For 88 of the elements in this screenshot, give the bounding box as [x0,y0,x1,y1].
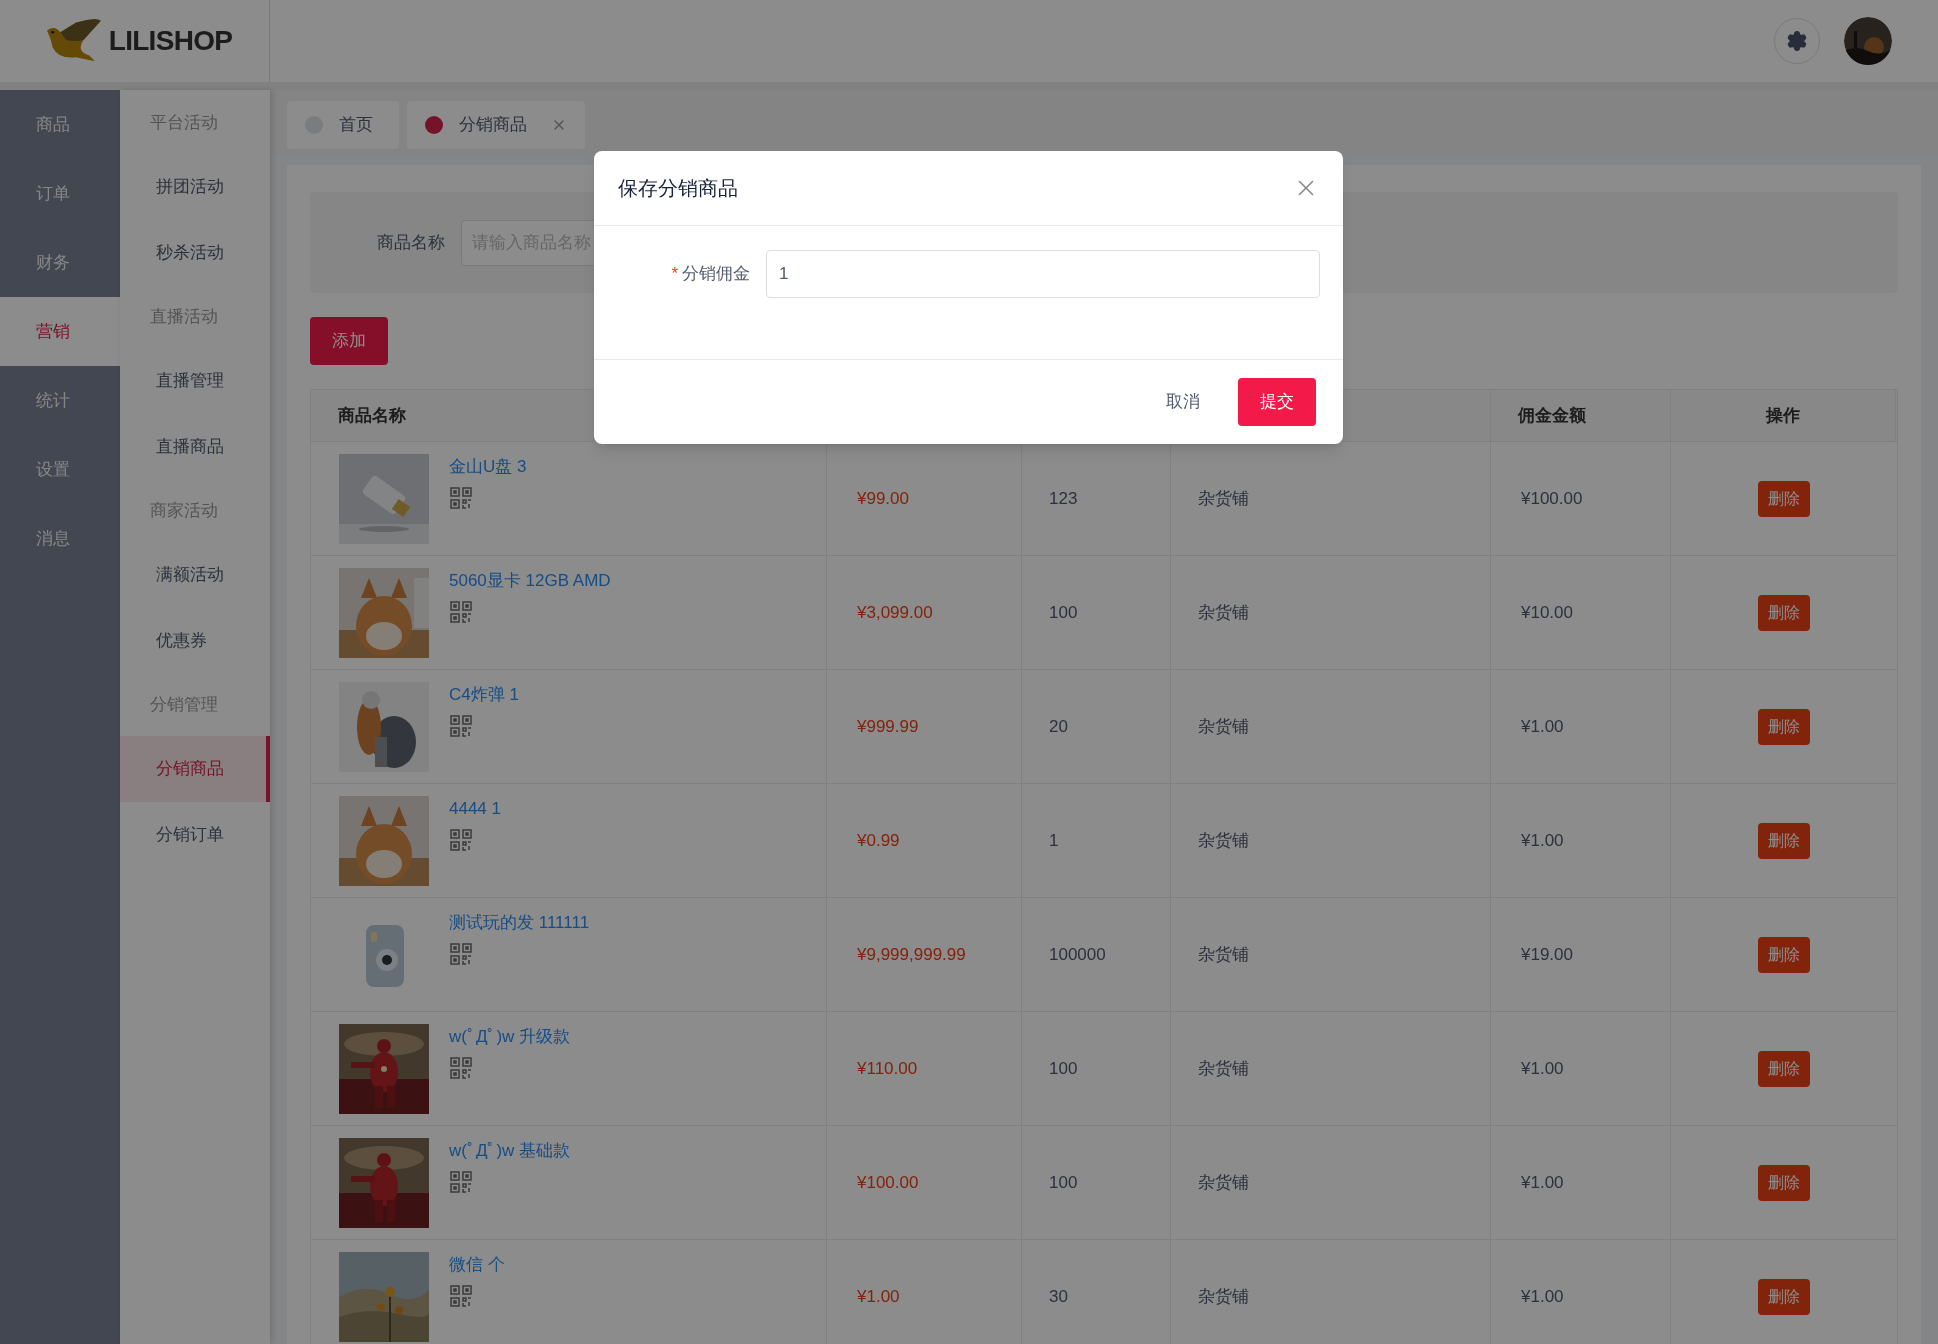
sub-menu-item[interactable]: 分销订单 [120,802,270,868]
price-text: ¥999.99 [857,715,919,738]
submit-button[interactable]: 提交 [1238,378,1316,426]
field-label: 分销佣金 [682,263,750,286]
commission-text: ¥1.00 [1521,829,1564,852]
price-text: ¥9,999,999.99 [857,943,966,966]
delete-button[interactable]: 删除 [1757,708,1810,745]
stock-text: 100 [1049,1057,1078,1080]
stock-text: 30 [1049,1285,1068,1308]
settings-icon [1786,30,1808,52]
qr-code-icon[interactable] [449,941,473,966]
search-label: 商品名称 [376,231,445,254]
store-name-text: 杂货铺 [1198,601,1249,624]
store-name-text: 杂货铺 [1198,1171,1249,1194]
sub-menu-item[interactable]: 满额活动 [120,542,270,608]
page-tab[interactable]: 分销商品 [407,100,585,149]
delete-button[interactable]: 删除 [1757,936,1810,973]
column-header: 佣金金额 [1518,404,1586,427]
commission-input-field[interactable]: 1 [766,250,1320,298]
stock-text: 100 [1049,601,1078,624]
price-text: ¥99.00 [857,487,909,510]
stock-text: 100 [1049,1171,1078,1194]
store-name-text: 杂货铺 [1198,943,1249,966]
product-name-link[interactable]: w(ﾟДﾟ)w 升级款 [449,1024,571,1050]
price-text: ¥100.00 [857,1171,919,1194]
menu-group-heading: 平台活动 [149,112,219,135]
commission-text: ¥10.00 [1521,601,1573,624]
commission-text: ¥1.00 [1521,715,1564,738]
qr-code-icon[interactable] [449,713,473,738]
commission-text: ¥100.00 [1521,487,1583,510]
sub-menu-item[interactable]: 直播商品 [120,414,270,480]
store-name-text: 杂货铺 [1198,1285,1249,1308]
store-name-text: 杂货铺 [1198,715,1249,738]
product-name-link[interactable]: 4444 1 [449,796,501,822]
commission-text: ¥1.00 [1521,1057,1564,1080]
stock-text: 100000 [1049,943,1106,966]
product-name-link[interactable]: 微信 个 [449,1252,505,1278]
price-text: ¥0.99 [857,829,900,852]
commission-text: ¥1.00 [1521,1285,1564,1308]
sub-menu-item[interactable]: 分销商品 [120,736,270,802]
price-text: ¥3,099.00 [857,601,933,624]
stock-text: 1 [1049,829,1059,852]
commission-text: ¥1.00 [1521,1171,1564,1194]
product-name-link[interactable]: 5060显卡 12GB AMD [449,568,611,594]
qr-code-icon[interactable] [449,485,473,510]
price-text: ¥1.00 [857,1285,900,1308]
delete-button[interactable]: 删除 [1757,594,1810,631]
qr-code-icon[interactable] [449,599,473,624]
main-menu-item[interactable]: 消息 [0,504,120,573]
qr-code-icon[interactable] [449,1283,473,1308]
sub-menu-item[interactable]: 拼团活动 [120,154,270,220]
main-menu-item[interactable]: 营销 [0,297,120,366]
sub-menu-item[interactable]: 秒杀活动 [120,220,270,286]
column-header: 操作 [1766,404,1800,427]
main-menu-item[interactable]: 统计 [0,366,120,435]
store-name-text: 杂货铺 [1198,487,1249,510]
qr-code-icon[interactable] [449,827,473,852]
sub-menu-item[interactable]: 优惠券 [120,608,270,674]
product-name-link[interactable]: w(ﾟДﾟ)w 基础款 [449,1138,571,1164]
required-mark: * [671,263,678,286]
stock-text: 123 [1049,487,1078,510]
qr-code-icon[interactable] [449,1169,473,1194]
product-name-link[interactable]: 测试玩的发 111111 [449,910,590,936]
sub-menu-item[interactable]: 直播管理 [120,348,270,414]
logo-text: LILISHOP [108,24,233,58]
main-menu-item[interactable]: 商品 [0,90,120,159]
menu-group-heading: 直播活动 [149,306,219,329]
main-menu-item[interactable]: 财务 [0,228,120,297]
column-header: 商品名称 [338,404,406,427]
price-text: ¥110.00 [857,1057,918,1080]
delete-button[interactable]: 删除 [1757,1278,1810,1315]
stock-text: 20 [1049,715,1068,738]
modal-title: 保存分销商品 [618,176,738,201]
qr-code-icon[interactable] [449,1055,473,1080]
add-button[interactable]: 添加 [310,317,388,365]
main-menu-item[interactable]: 订单 [0,159,120,228]
delete-button[interactable]: 删除 [1757,480,1810,517]
store-name-text: 杂货铺 [1198,1057,1249,1080]
delete-button[interactable]: 删除 [1757,1050,1810,1087]
commission-text: ¥19.00 [1521,943,1573,966]
product-name-link[interactable]: C4炸弹 1 [449,682,519,708]
page-tab[interactable]: 首页 [287,100,399,149]
cancel-button[interactable]: 取消 [1150,378,1216,426]
delete-button[interactable]: 删除 [1757,822,1810,859]
delete-button[interactable]: 删除 [1757,1164,1810,1201]
main-menu-item[interactable]: 设置 [0,435,120,504]
product-name-link[interactable]: 金山U盘 3 [449,454,527,480]
store-name-text: 杂货铺 [1198,829,1249,852]
